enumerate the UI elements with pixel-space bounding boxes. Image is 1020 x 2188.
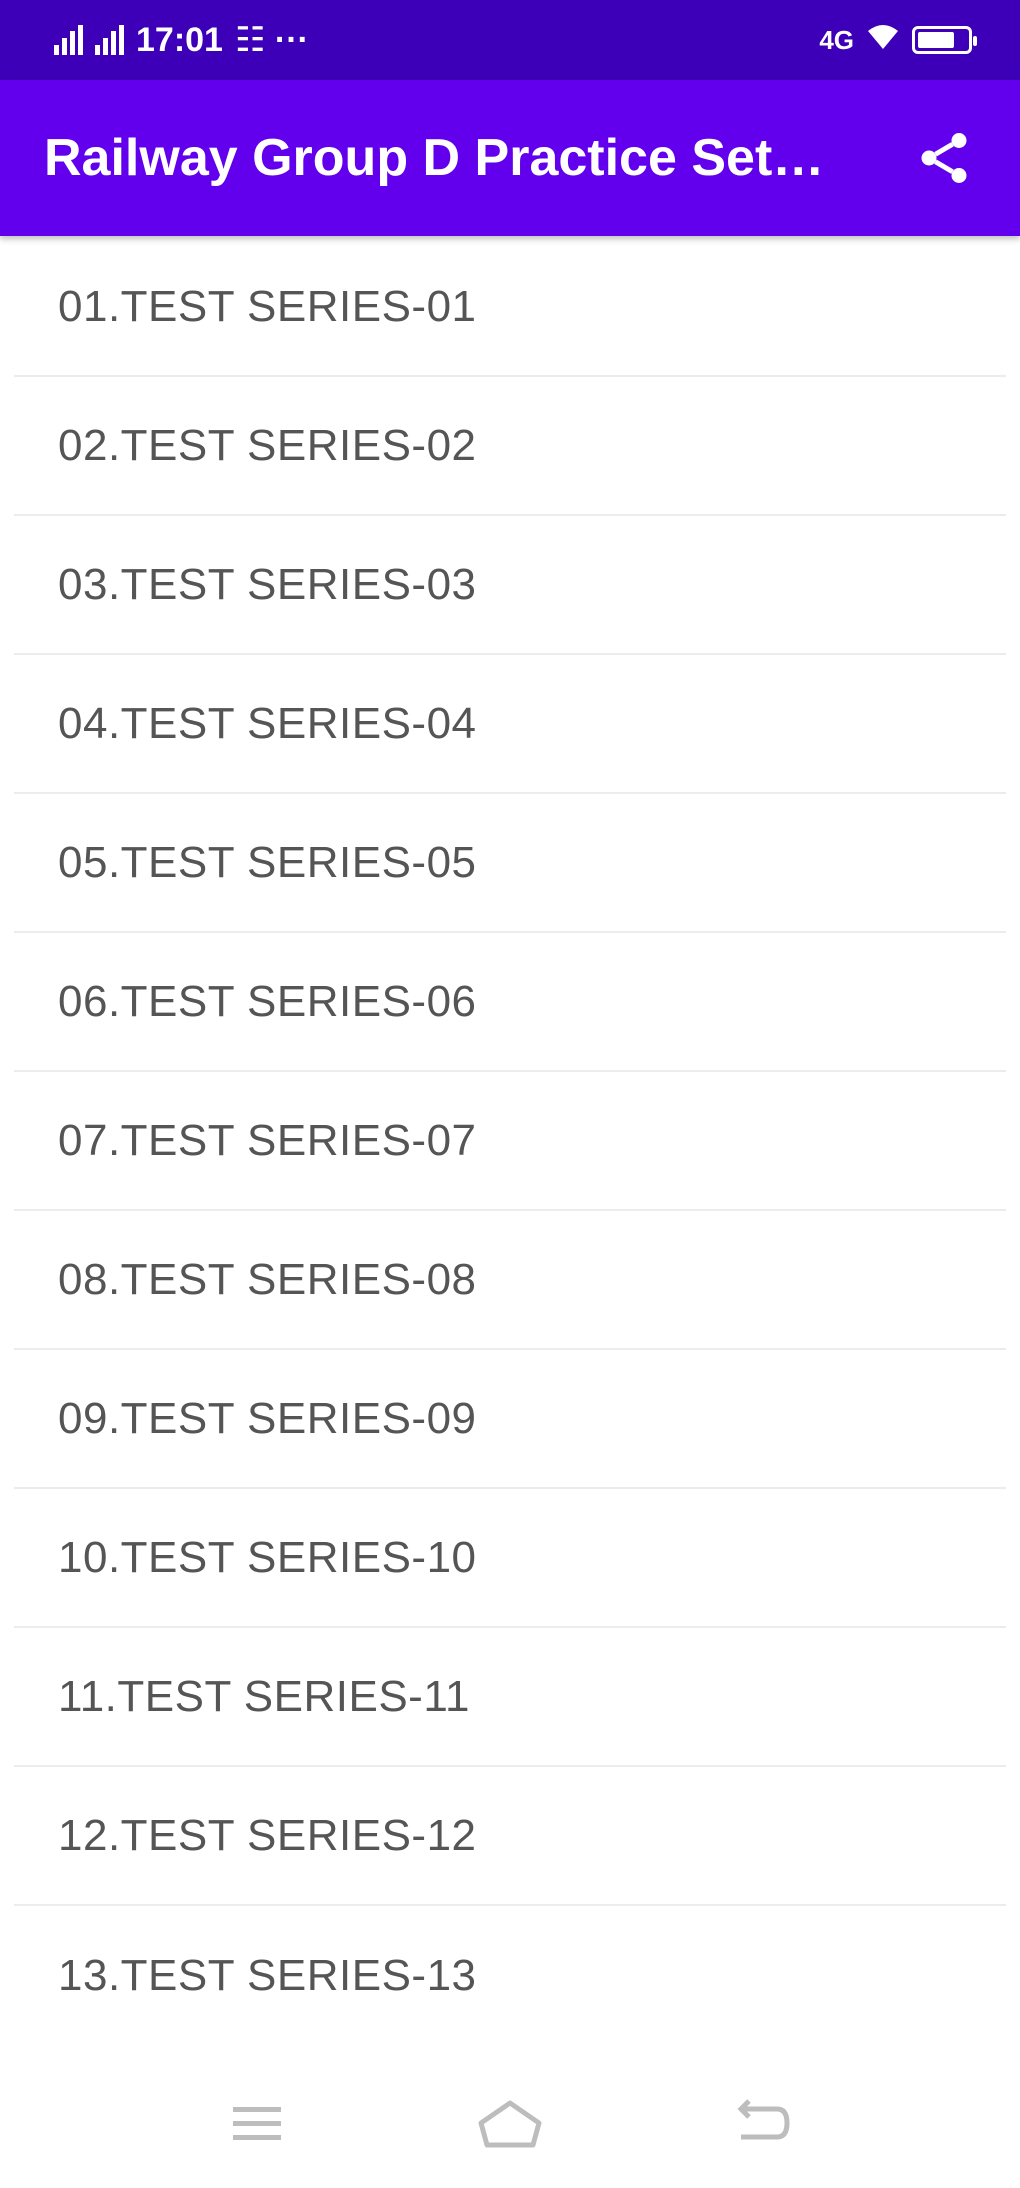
list-item[interactable]: 04.TEST SERIES-04 [14, 655, 1006, 794]
list-item-label: 11.TEST SERIES-11 [58, 1671, 470, 1721]
list-item[interactable]: 03.TEST SERIES-03 [14, 516, 1006, 655]
home-icon [478, 2100, 542, 2148]
share-icon [921, 133, 967, 183]
test-series-list: 01.TEST SERIES-01 02.TEST SERIES-02 03.T… [0, 238, 1020, 2045]
notification-icons: ☷ ··· [234, 21, 309, 59]
list-item-label: 08.TEST SERIES-08 [58, 1254, 477, 1304]
home-button[interactable] [465, 2079, 555, 2169]
list-item-label: 05.TEST SERIES-05 [58, 837, 477, 887]
back-button[interactable] [718, 2079, 808, 2169]
list-item[interactable]: 13.TEST SERIES-13 [14, 1906, 1006, 2045]
back-icon [737, 2099, 790, 2140]
status-left: 17:01 ☷ ··· [54, 20, 309, 60]
list-item[interactable]: 11.TEST SERIES-11 [14, 1628, 1006, 1767]
battery-icon [912, 26, 977, 54]
list-item-label: 10.TEST SERIES-10 [58, 1532, 477, 1582]
list-item[interactable]: 02.TEST SERIES-02 [14, 377, 1006, 516]
system-nav-bar [0, 2060, 1020, 2188]
list-item[interactable]: 10.TEST SERIES-10 [14, 1489, 1006, 1628]
signal-icon [54, 25, 83, 55]
app-bar: Railway Group D Practice Set… [0, 80, 1020, 236]
list-item[interactable]: 12.TEST SERIES-12 [14, 1767, 1006, 1906]
list-item-label: 02.TEST SERIES-02 [58, 420, 477, 470]
list-item-label: 09.TEST SERIES-09 [58, 1393, 477, 1443]
list-item-label: 03.TEST SERIES-03 [58, 559, 477, 609]
list-item[interactable]: 08.TEST SERIES-08 [14, 1211, 1006, 1350]
list-item-label: 07.TEST SERIES-07 [58, 1115, 477, 1165]
list-item-label: 13.TEST SERIES-13 [58, 1950, 477, 2000]
list-item-label: 04.TEST SERIES-04 [58, 698, 477, 748]
list-item[interactable]: 09.TEST SERIES-09 [14, 1350, 1006, 1489]
list-item-label: 12.TEST SERIES-12 [58, 1810, 477, 1860]
status-bar: 17:01 ☷ ··· 4G [0, 0, 1020, 80]
list-item-label: 01.TEST SERIES-01 [58, 281, 477, 331]
status-time: 17:01 [136, 20, 223, 59]
wifi-icon [866, 21, 900, 60]
network-label: 4G [819, 24, 854, 55]
menu-icon [232, 2107, 281, 2140]
list-item-label: 06.TEST SERIES-06 [58, 976, 477, 1026]
menu-button[interactable] [212, 2079, 302, 2169]
app-title: Railway Group D Practice Set… [44, 129, 825, 187]
list-item[interactable]: 06.TEST SERIES-06 [14, 933, 1006, 1072]
share-button[interactable] [904, 118, 984, 198]
list-item[interactable]: 07.TEST SERIES-07 [14, 1072, 1006, 1211]
list-item[interactable]: 01.TEST SERIES-01 [14, 238, 1006, 377]
status-right: 4G [819, 21, 977, 60]
signal-icon-2 [95, 25, 124, 55]
list-item[interactable]: 05.TEST SERIES-05 [14, 794, 1006, 933]
